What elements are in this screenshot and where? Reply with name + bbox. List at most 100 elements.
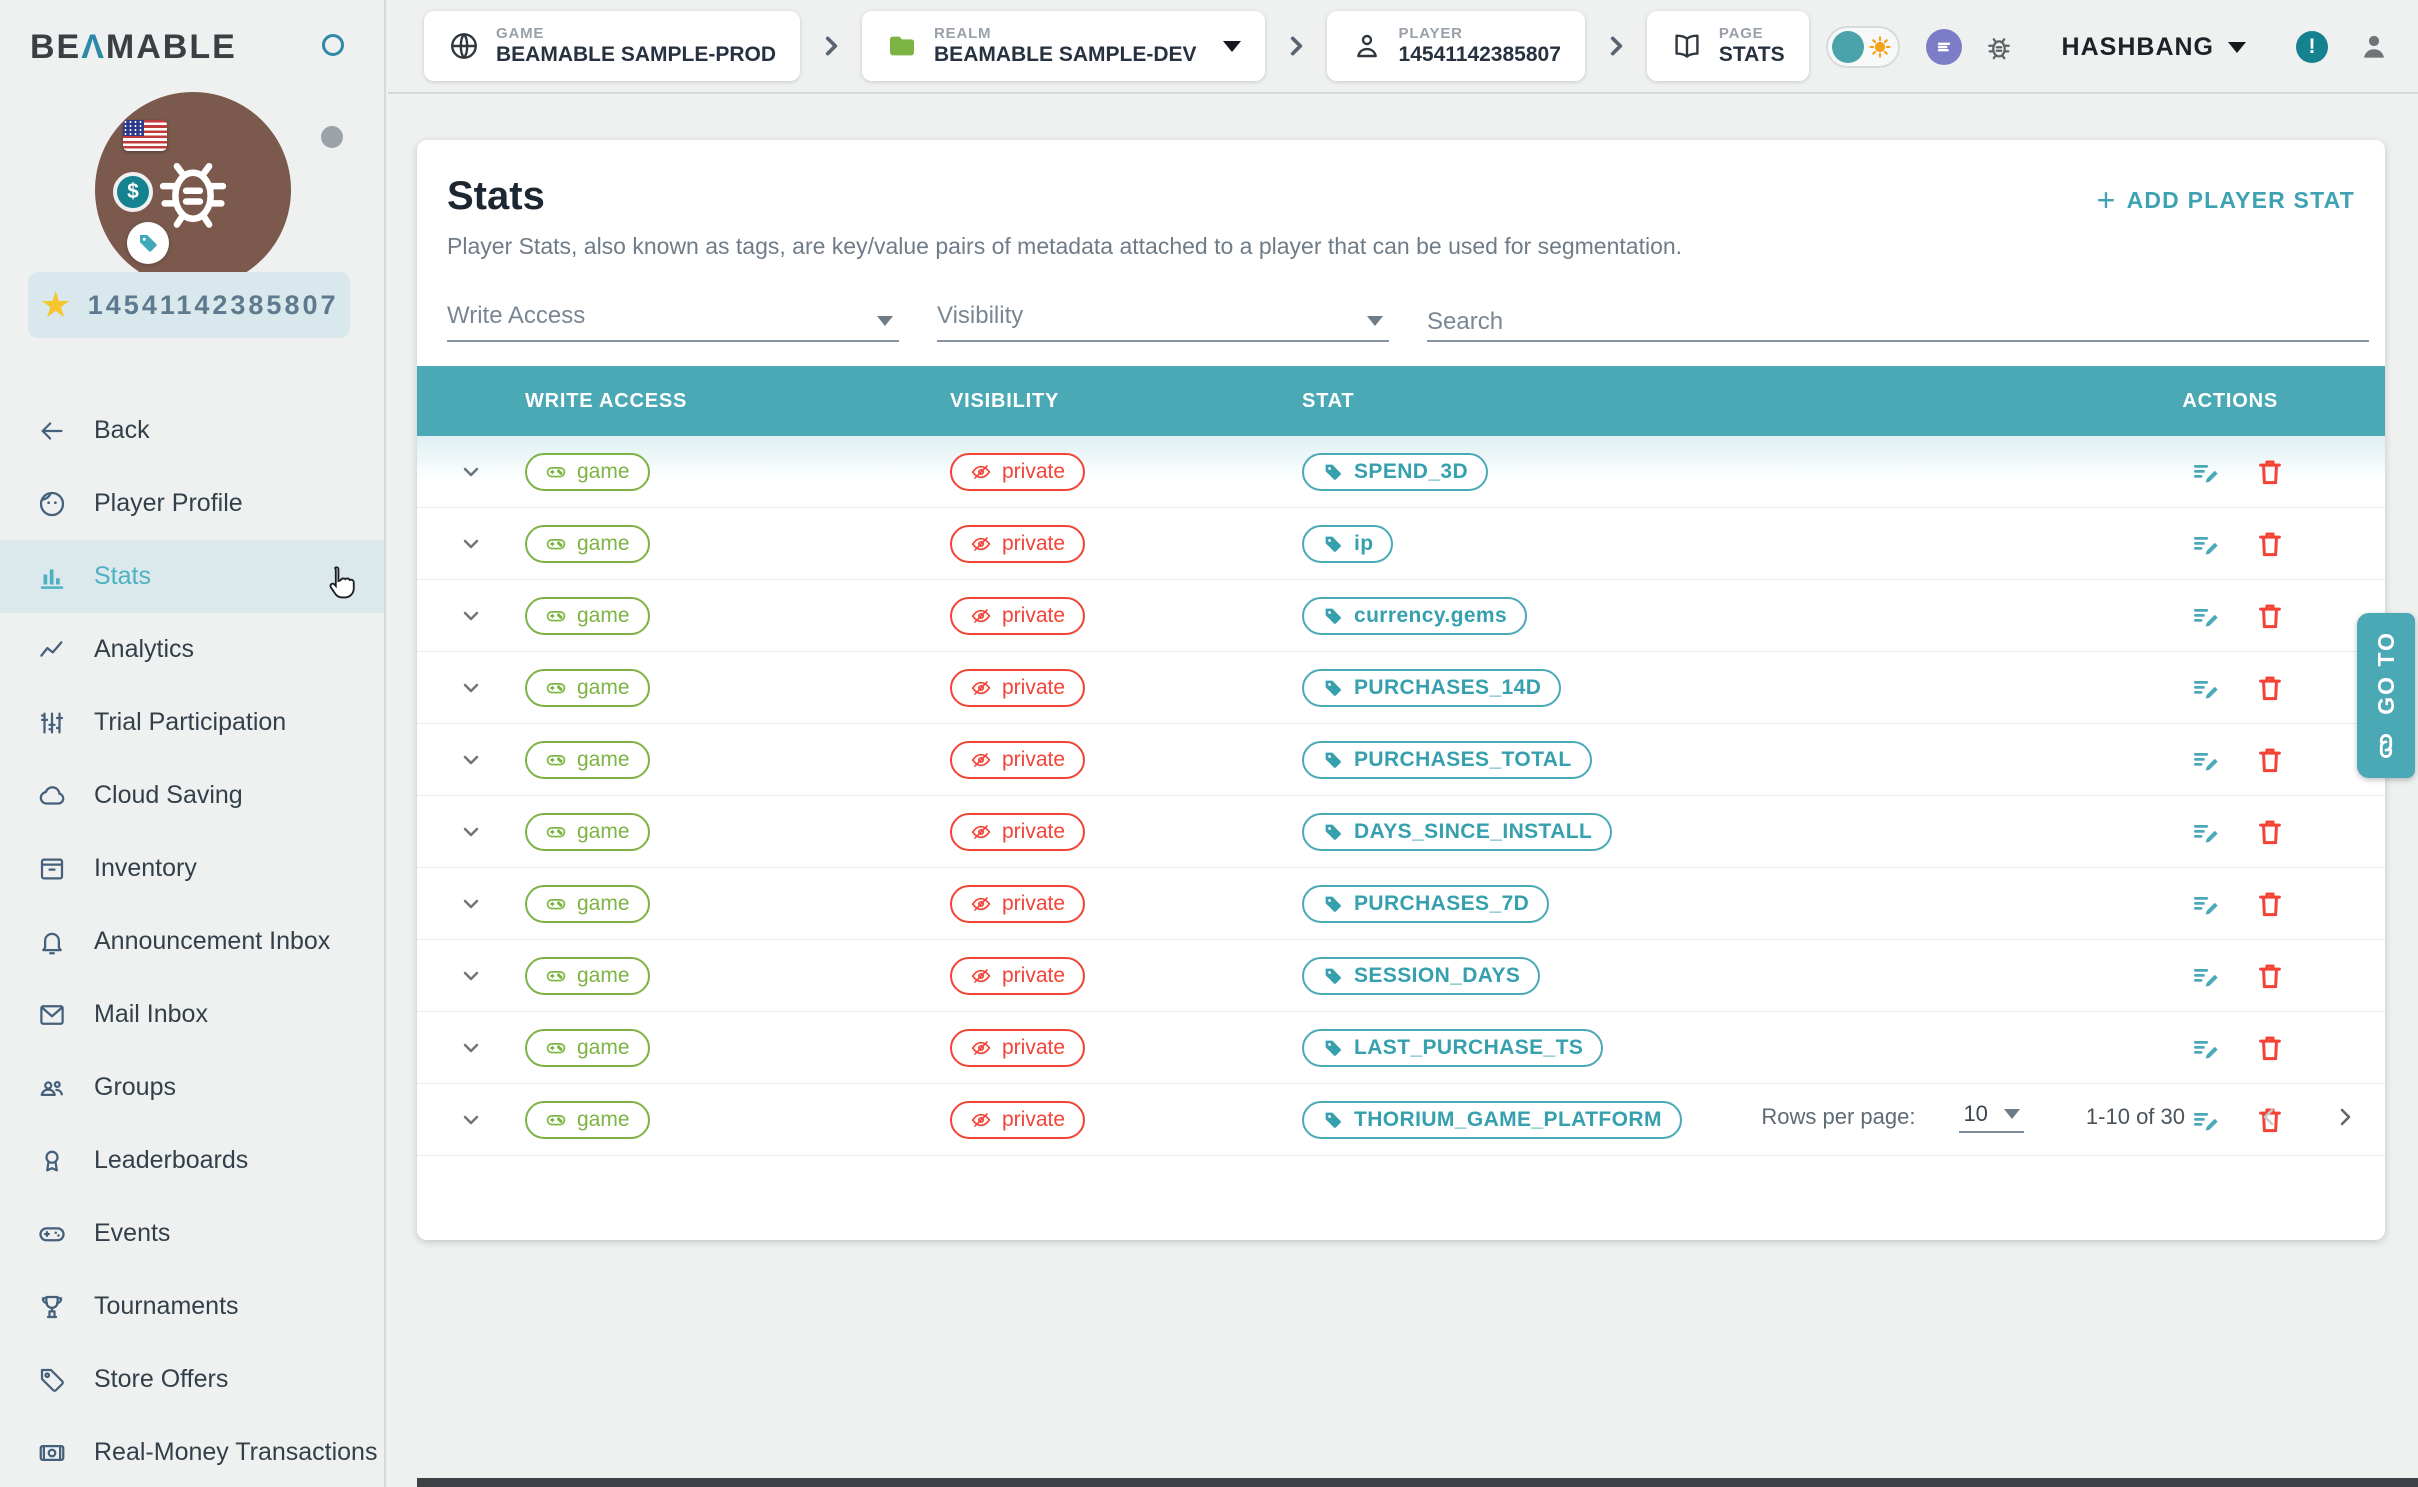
trash-icon [2255,1033,2285,1063]
sidebar-item-player-profile[interactable]: Player Profile [0,467,384,540]
chevron-down-icon [459,676,483,700]
next-page-button[interactable] [2325,1097,2365,1137]
write-access-badge: game [525,1029,650,1067]
sidebar-item-groups[interactable]: Groups [0,1051,384,1124]
breadcrumb-value: BEAMABLE SAMPLE-DEV [934,43,1197,67]
trash-icon [2255,673,2285,703]
write-access-badge: game [525,669,650,707]
write-access-filter[interactable]: Write Access [447,290,899,342]
edit-stat-button[interactable] [2191,745,2221,775]
visibility-filter[interactable]: Visibility [937,290,1389,342]
delete-stat-button[interactable] [2255,601,2285,631]
expand-row-button[interactable] [417,820,525,844]
stat-badge[interactable]: ip [1302,525,1393,563]
sidebar-item-label: Leaderboards [94,1146,248,1175]
search-input[interactable] [1427,290,2369,340]
delete-stat-button[interactable] [2255,745,2285,775]
edit-icon [2191,817,2221,847]
expand-row-button[interactable] [417,532,525,556]
edit-stat-button[interactable] [2191,1033,2221,1063]
rows-per-page-select[interactable]: 10 [1959,1101,2023,1133]
expand-row-button[interactable] [417,604,525,628]
breadcrumb-game[interactable]: GAME BEAMABLE SAMPLE-PROD [424,11,800,81]
expand-row-button[interactable] [417,460,525,484]
expand-row-button[interactable] [417,892,525,916]
tag-icon [1322,965,1344,987]
stat-badge[interactable]: SESSION_DAYS [1302,957,1540,995]
account-button[interactable] [2358,31,2390,63]
chevron-down-icon [459,1036,483,1060]
sidebar-item-stats[interactable]: Stats [0,540,384,613]
docs-button[interactable] [1926,29,1962,65]
sidebar-item-real-money-transactions[interactable]: Real-Money Transactions [0,1416,384,1487]
visibility-badge: private [950,1029,1085,1067]
edit-stat-button[interactable] [2191,673,2221,703]
chevron-left-icon [2257,1105,2281,1129]
breadcrumb-value: BEAMABLE SAMPLE-PROD [496,43,776,67]
edit-stat-button[interactable] [2191,529,2221,559]
previous-page-button[interactable] [2249,1097,2289,1137]
player-id-pill[interactable]: ★ 14541142385807 [28,272,350,338]
stat-badge[interactable]: currency.gems [1302,597,1527,635]
stat-badge[interactable]: DAYS_SINCE_INSTALL [1302,813,1612,851]
breadcrumb-realm[interactable]: REALM BEAMABLE SAMPLE-DEV [862,11,1265,81]
sidebar-item-leaderboards[interactable]: Leaderboards [0,1124,384,1197]
delete-stat-button[interactable] [2255,817,2285,847]
sidebar-item-back[interactable]: Back [0,394,384,467]
group-icon [36,1072,68,1104]
edit-icon [2191,673,2221,703]
visibility-badge: private [950,453,1085,491]
edit-stat-button[interactable] [2191,817,2221,847]
sidebar-item-cloud-saving[interactable]: Cloud Saving [0,759,384,832]
expand-row-button[interactable] [417,676,525,700]
edit-stat-button[interactable] [2191,961,2221,991]
expand-row-button[interactable] [417,1036,525,1060]
controller-icon [545,461,567,483]
trash-icon [2255,961,2285,991]
eye-slash-icon [970,677,992,699]
sidebar-item-announcement-inbox[interactable]: Announcement Inbox [0,905,384,978]
sidebar-item-events[interactable]: Events [0,1197,384,1270]
sliders-icon [36,707,68,739]
sidebar-item-mail-inbox[interactable]: Mail Inbox [0,978,384,1051]
dollar-badge: $ [113,172,153,212]
delete-stat-button[interactable] [2255,457,2285,487]
breadcrumb-player[interactable]: PLAYER 14541142385807 [1327,11,1585,81]
stat-badge[interactable]: PURCHASES_14D [1302,669,1561,707]
alerts-button[interactable]: ! [2296,31,2328,63]
expand-row-button[interactable] [417,748,525,772]
stats-table: WRITE ACCESS VISIBILITY STAT ACTIONS gam… [417,366,2385,1156]
player-avatar[interactable]: $ [95,92,291,288]
sidebar-item-trial-participation[interactable]: Trial Participation [0,686,384,759]
stat-badge[interactable]: LAST_PURCHASE_TS [1302,1029,1603,1067]
table-row: game private DAYS_SINCE_INSTALL [417,796,2385,868]
delete-stat-button[interactable] [2255,1033,2285,1063]
edit-stat-button[interactable] [2191,889,2221,919]
report-bug-button[interactable] [1984,32,2014,62]
trash-icon [2255,745,2285,775]
delete-stat-button[interactable] [2255,961,2285,991]
delete-stat-button[interactable] [2255,673,2285,703]
goto-tab[interactable]: GO TO [2357,613,2415,778]
edit-icon [2191,1033,2221,1063]
add-player-stat-button[interactable]: + ADD PLAYER STAT [2097,184,2355,216]
sidebar-item-inventory[interactable]: Inventory [0,832,384,905]
sidebar-item-store-offers[interactable]: Store Offers [0,1343,384,1416]
breadcrumb-separator-icon [1283,33,1309,59]
breadcrumb-page[interactable]: PAGE STATS [1647,11,1809,81]
controller-icon [545,533,567,555]
tag-icon [1322,461,1344,483]
sidebar-item-analytics[interactable]: Analytics [0,613,384,686]
stat-badge[interactable]: SPEND_3D [1302,453,1488,491]
theme-toggle[interactable] [1826,26,1900,68]
delete-stat-button[interactable] [2255,889,2285,919]
stat-badge[interactable]: PURCHASES_7D [1302,885,1549,923]
delete-stat-button[interactable] [2255,529,2285,559]
org-switcher[interactable]: HASHBANG [2062,33,2246,62]
sidebar-item-tournaments[interactable]: Tournaments [0,1270,384,1343]
edit-stat-button[interactable] [2191,457,2221,487]
expand-row-button[interactable] [417,964,525,988]
presence-dot-badge [317,122,347,152]
stat-badge[interactable]: PURCHASES_TOTAL [1302,741,1592,779]
edit-stat-button[interactable] [2191,601,2221,631]
